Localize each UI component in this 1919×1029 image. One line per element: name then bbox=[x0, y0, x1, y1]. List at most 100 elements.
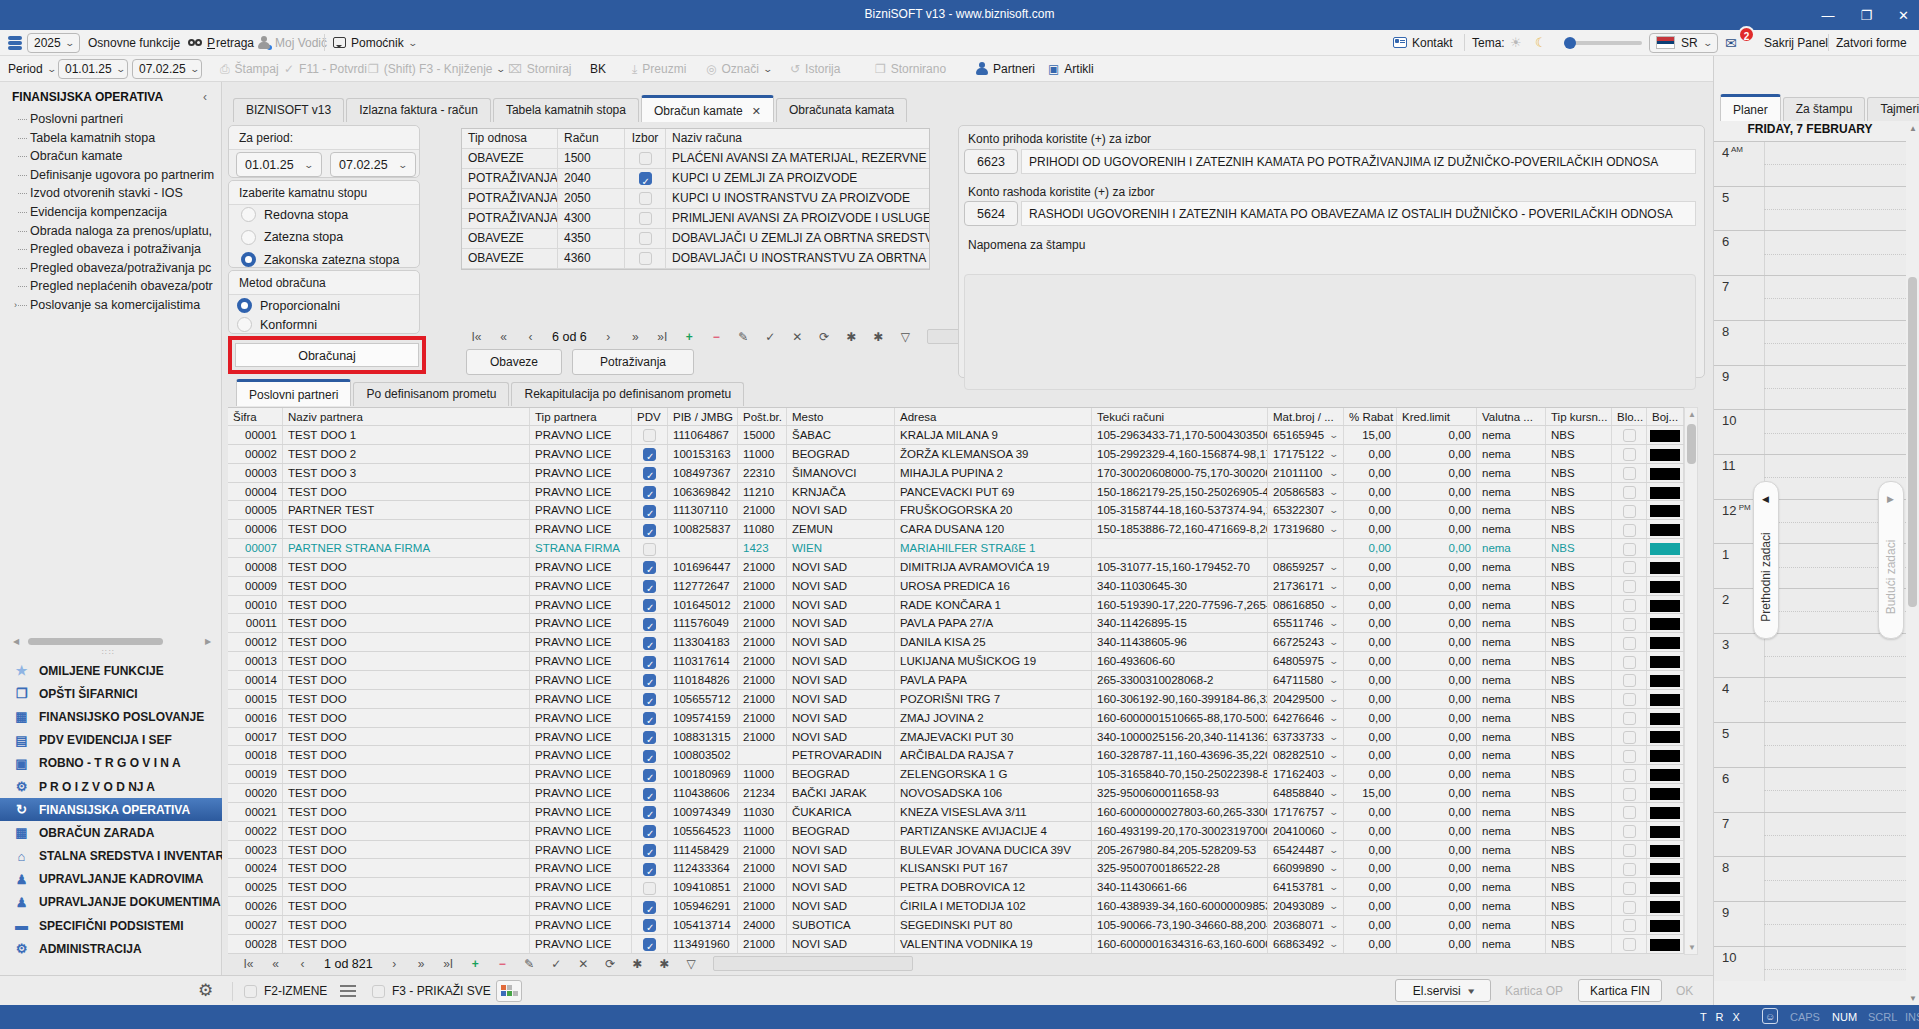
pdv-checkbox[interactable] bbox=[643, 637, 656, 650]
partners-column-header[interactable]: Boj... bbox=[1647, 408, 1684, 425]
pdv-checkbox[interactable] bbox=[643, 618, 656, 631]
nav-refresh-button[interactable]: ⟳ bbox=[811, 330, 838, 344]
tab-planer[interactable]: Planer bbox=[1720, 94, 1781, 121]
nav-goto-bookmark-button[interactable]: ✱ bbox=[865, 330, 892, 344]
izbor-checkbox[interactable] bbox=[639, 232, 652, 245]
menu-moj-vodic[interactable]: Moj Vodič bbox=[258, 30, 327, 55]
accounts-column-header[interactable]: Tip odnosa bbox=[462, 129, 558, 148]
partner-row[interactable]: 00027TEST DOOPRAVNO LICE10541371424000SU… bbox=[228, 916, 1684, 935]
radio-zatezna-stopa[interactable]: Zatezna stopa bbox=[241, 230, 343, 245]
partner-row[interactable]: 00017TEST DOOPRAVNO LICE10883131521000NO… bbox=[228, 728, 1684, 747]
partners-column-header[interactable]: Tip partnera bbox=[530, 408, 632, 425]
period-from-dropdown[interactable]: 01.01.25⌄ bbox=[58, 56, 128, 81]
artikli-button[interactable]: ▣Artikli bbox=[1048, 56, 1094, 81]
knjizenje-button[interactable]: ❐(Shift) F3 - Knjiženje⌄ bbox=[368, 56, 505, 81]
sidebar-group-pdv-evidencija-i-sef[interactable]: ▤PDV EVIDENCIJA I SEF bbox=[0, 729, 222, 752]
partners-column-header[interactable]: Mesto bbox=[787, 408, 895, 425]
sidebar-group-upravljanje-dokumentima[interactable]: ♟UPRAVLJANJE DOKUMENTIMA bbox=[0, 891, 222, 914]
accounts-column-header[interactable]: Račun bbox=[558, 129, 625, 148]
partner-row[interactable]: 00018TEST DOOPRAVNO LICE100803502PETROVA… bbox=[228, 746, 1684, 765]
pdv-checkbox[interactable] bbox=[643, 448, 656, 461]
nav-refresh-button[interactable]: ⟳ bbox=[597, 957, 624, 971]
tree-item[interactable]: Poslovni partneri bbox=[10, 110, 222, 129]
splitter-handle[interactable]: ∷∷ bbox=[102, 648, 116, 657]
partners-column-header[interactable]: Mat.broj / ... bbox=[1268, 408, 1344, 425]
calendar-hour-slot[interactable]: 7 bbox=[1714, 275, 1906, 320]
calendar-hour-slot[interactable]: 10 bbox=[1714, 409, 1906, 454]
nav-delete-button[interactable]: − bbox=[703, 330, 730, 344]
pdv-checkbox[interactable] bbox=[643, 731, 656, 744]
period-label[interactable]: Period⌄ bbox=[8, 56, 55, 81]
tab-obra-un-kamate[interactable]: Obračun kamate✕ bbox=[641, 95, 774, 122]
partner-row[interactable]: 00001TEST DOO 1PRAVNO LICE11106486715000… bbox=[228, 426, 1684, 445]
nav-insert-button[interactable]: + bbox=[676, 330, 703, 344]
calendar-hour-slot[interactable]: 4 AM bbox=[1714, 141, 1906, 186]
partner-row[interactable]: 00007PARTNER STRANA FIRMASTRANA FIRMA142… bbox=[228, 539, 1684, 558]
pdv-checkbox[interactable] bbox=[643, 561, 656, 574]
nav-post-button[interactable]: ✓ bbox=[757, 330, 784, 344]
nav-prior-button[interactable]: ‹ bbox=[517, 330, 544, 344]
oznaci-button[interactable]: ◎Označi⌄ bbox=[706, 56, 771, 81]
sidebar-collapse-icon[interactable]: ‹ bbox=[203, 90, 207, 104]
lines-icon[interactable] bbox=[340, 976, 356, 1006]
nav-next-page-button[interactable]: » bbox=[622, 330, 649, 344]
f3-prikazi-sve-toggle[interactable]: F3 - PRIKAŽI SVE bbox=[372, 976, 491, 1006]
nav-insert-button[interactable]: + bbox=[462, 957, 489, 971]
nav-save-bookmark-button[interactable]: ✱ bbox=[838, 330, 865, 344]
sidebar-group-robno-t-r-g-o-v-i-n-a[interactable]: ▣ROBNO - T R G O V I N A bbox=[0, 752, 222, 775]
buduci-zadaci-pill[interactable]: ▶Budući zadaci bbox=[1878, 481, 1904, 639]
prethodni-zadaci-pill[interactable]: ◀Prethodni zadaci bbox=[1753, 481, 1779, 639]
partner-row[interactable]: 00016TEST DOOPRAVNO LICE10957415921000NO… bbox=[228, 709, 1684, 728]
partners-column-header[interactable]: Kred.limit bbox=[1397, 408, 1477, 425]
calendar-hour-slot[interactable]: 5 bbox=[1714, 186, 1906, 231]
sidebar-group-administracija[interactable]: ⚙ADMINISTRACIJA bbox=[0, 937, 222, 960]
partner-row[interactable]: 00006TEST DOOPRAVNO LICE10082583711080ZE… bbox=[228, 520, 1684, 539]
partners-column-header[interactable]: Tip kursn... bbox=[1546, 408, 1612, 425]
tree-item[interactable]: Definisanje ugovora po partnerim bbox=[10, 166, 222, 185]
pdv-checkbox[interactable] bbox=[643, 750, 656, 763]
tab-close-icon[interactable]: ✕ bbox=[752, 105, 761, 117]
tab-rekapitulacija-po-definisanom-prometu[interactable]: Rekapitulacija po definisanom prometu bbox=[511, 382, 744, 406]
izbor-checkbox[interactable] bbox=[639, 252, 652, 265]
year-selector[interactable]: 2025⌄ bbox=[8, 30, 80, 55]
tab-po-definisanom-prometu[interactable]: Po definisanom prometu bbox=[353, 382, 509, 406]
pdv-checkbox[interactable] bbox=[643, 825, 656, 838]
dark-theme-icon[interactable]: ☾ bbox=[1535, 30, 1547, 55]
feedback-smiley-icon[interactable]: ☺ bbox=[1762, 1008, 1778, 1024]
nav-prior-button[interactable]: ‹ bbox=[289, 957, 316, 971]
nav-post-button[interactable]: ✓ bbox=[543, 957, 570, 971]
obaveze-button[interactable]: Obaveze bbox=[466, 349, 562, 375]
tab-tajmeri[interactable]: Tajmeri bbox=[1867, 97, 1919, 121]
nav-next-page-button[interactable]: » bbox=[408, 957, 435, 971]
konto-rashod-field[interactable]: RASHODI UGOVORENIH I ZATEZNIH KAMATA PO … bbox=[1021, 201, 1696, 226]
radio-proporcionalni[interactable]: Proporcionalni bbox=[237, 298, 340, 313]
tree-item[interactable]: Izvod otvorenih stavki - IOS bbox=[10, 184, 222, 203]
sidebar-group-op-ti-ifarnici[interactable]: ❐OPŠTI ŠIFARNICI bbox=[0, 682, 222, 705]
pdv-checkbox[interactable] bbox=[643, 674, 656, 687]
tree-item[interactable]: Pregled obaveza/potraživanja pc bbox=[10, 259, 222, 278]
sidebar-group-stalna-sredstva-i-inventar[interactable]: ⌂STALNA SREDSTVA I INVENTAR bbox=[0, 845, 222, 868]
partner-row[interactable]: 00012TEST DOOPRAVNO LICE11330418321000NO… bbox=[228, 633, 1684, 652]
nav-next-button[interactable]: › bbox=[381, 957, 408, 971]
sidebar-group-finansijsko-poslovanje[interactable]: ▦FINANSIJSKO POSLOVANJE bbox=[0, 705, 222, 728]
tab-poslovni-partneri[interactable]: Poslovni partneri bbox=[236, 379, 351, 406]
nav-save-bookmark-button[interactable]: ✱ bbox=[624, 957, 651, 971]
nav-filter-button[interactable]: ▽ bbox=[678, 957, 705, 971]
calendar-hour-slot[interactable]: 3 bbox=[1714, 633, 1906, 678]
pdv-checkbox[interactable] bbox=[643, 882, 656, 895]
izbor-checkbox[interactable] bbox=[639, 192, 652, 205]
ok-button[interactable]: OK bbox=[1676, 984, 1693, 998]
accounts-row[interactable]: POTRAŽIVANJA4300PRIMLJENI AVANSI ZA PROI… bbox=[462, 209, 929, 229]
partners-column-header[interactable]: Pošt.br. bbox=[738, 408, 787, 425]
menu-osnovne-funkcije[interactable]: Osnovne funkcije bbox=[88, 30, 180, 55]
pdv-checkbox[interactable] bbox=[643, 656, 656, 669]
accounts-row[interactable]: OBAVEZE4350DOBAVLJAČI U ZEMLJI ZA OBRTNA… bbox=[462, 229, 929, 249]
partner-row[interactable]: 00008TEST DOOPRAVNO LICE10169644721000NO… bbox=[228, 558, 1684, 577]
accounts-row[interactable]: OBAVEZE1500PLAĆENI AVANSI ZA MATERIJAL, … bbox=[462, 149, 929, 169]
partner-row[interactable]: 00009TEST DOOPRAVNO LICE11277264721000NO… bbox=[228, 577, 1684, 596]
calendar-hour-slot[interactable]: 9 bbox=[1714, 365, 1906, 410]
date-from-select[interactable]: 01.01.25⌄ bbox=[236, 152, 322, 177]
menu-kontakt[interactable]: Kontakt bbox=[1393, 30, 1453, 55]
pdv-checkbox[interactable] bbox=[643, 524, 656, 537]
period-to-dropdown[interactable]: 07.02.25⌄ bbox=[132, 56, 202, 81]
